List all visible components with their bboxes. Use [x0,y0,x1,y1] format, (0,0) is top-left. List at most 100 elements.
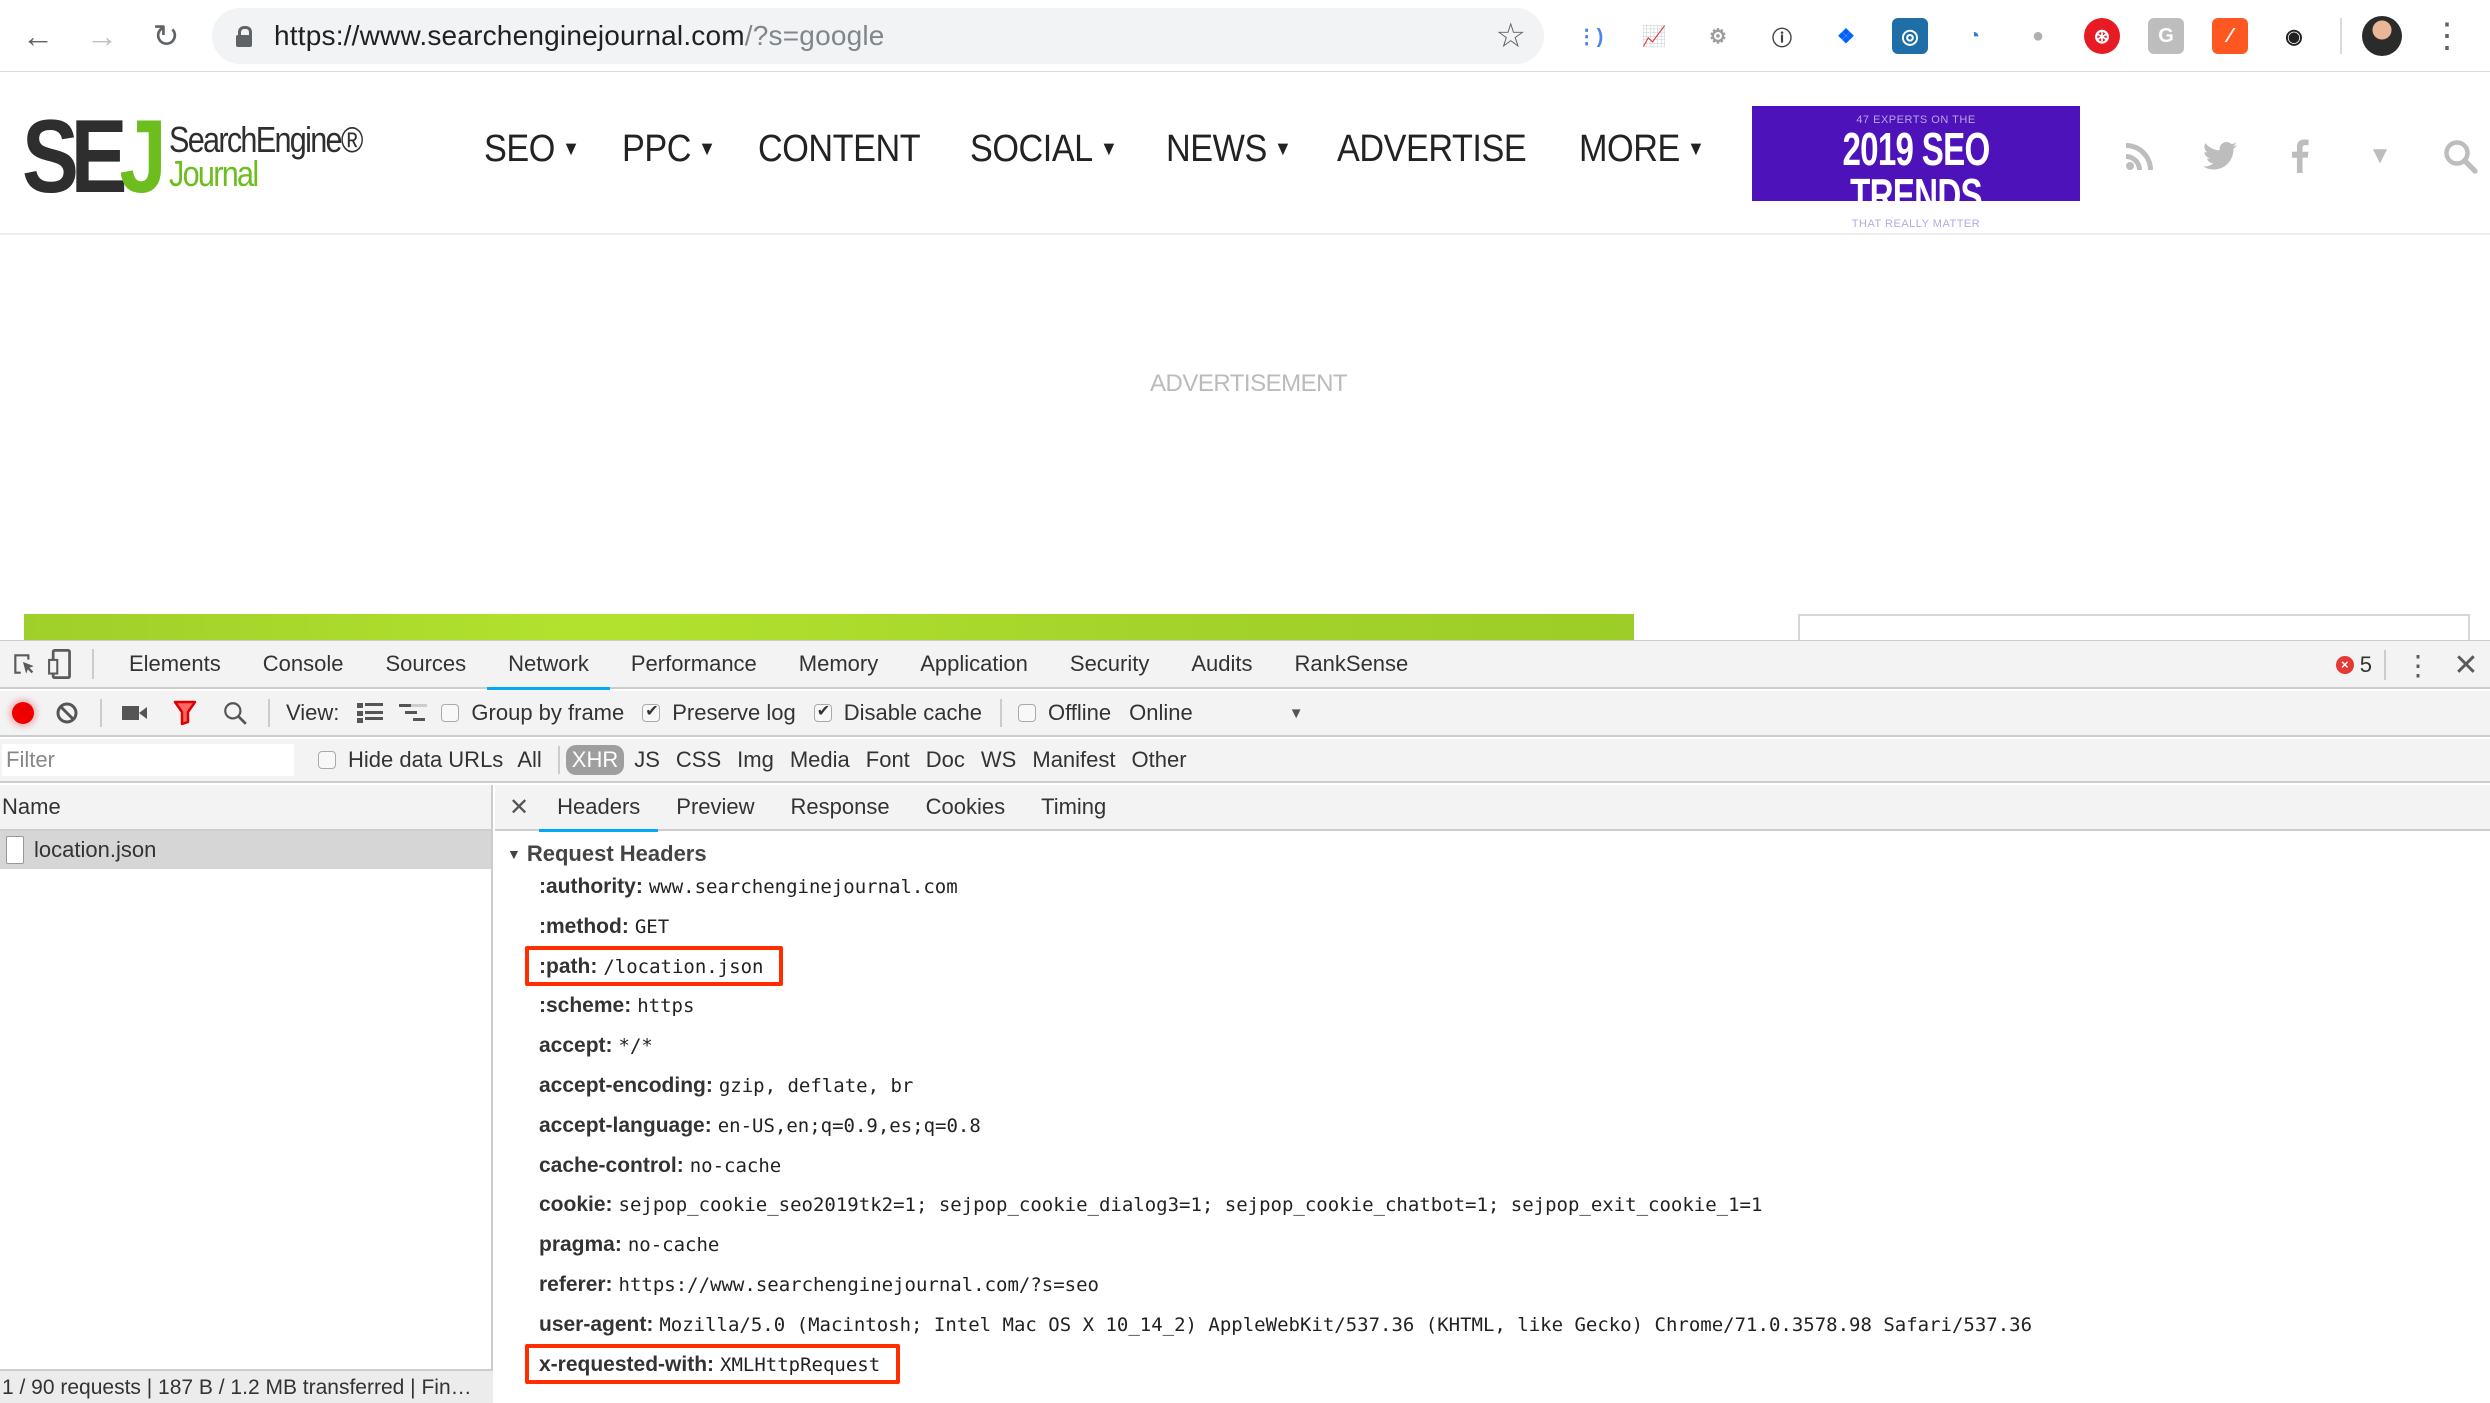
filter-type-manifest[interactable]: Manifest [1026,745,1121,775]
lock-icon [236,26,252,47]
checkbox[interactable] [642,701,661,722]
search-network-icon[interactable] [218,696,252,730]
twitter-icon[interactable] [2196,132,2244,180]
screenshot-camera-icon[interactable] [118,696,152,730]
disable-cache-checkbox[interactable]: Disable cache [813,700,982,726]
more-options-icon[interactable]: ⋮ [2400,647,2436,683]
search-icon[interactable] [2436,132,2484,180]
checkbox[interactable] [441,704,460,722]
compass-extension-icon[interactable]: ◎ [1892,18,1928,54]
hide-data-urls-checkbox[interactable]: Hide data URLs [318,747,503,773]
nav-item-label: SEO [484,128,555,170]
tab-elements[interactable]: Elements [108,640,242,688]
group-by-frame-checkbox[interactable]: Group by frame [441,700,624,726]
nav-item-label: ADVERTISE [1337,128,1527,170]
url-text[interactable]: https://www.searchenginejournal.com/?s=g… [274,20,885,52]
header-name: :method: [539,914,629,938]
checkbox-label: Hide data URLs [348,747,504,772]
speed-gauge-icon[interactable]: ◔ [1956,18,1992,54]
dropdown-caret-icon[interactable]: ▼ [2356,132,2404,180]
nav-item-content[interactable]: CONTENT [758,128,921,171]
preserve-log-checkbox[interactable]: Preserve log [642,700,796,726]
checkbox[interactable] [813,701,832,722]
rss-icon[interactable] [2116,132,2164,180]
close-devtools-icon[interactable]: ✕ [2448,647,2484,683]
site-logo[interactable]: SEJ SearchEngine® Journal [22,105,395,209]
nav-item-advertise[interactable]: ADVERTISE [1337,128,1527,171]
1password-icon[interactable]: ⓘ [1764,18,1800,54]
tag-extension-icon[interactable]: ⋮) [1572,18,1608,54]
filter-type-media[interactable]: Media [784,745,856,775]
filter-type-other[interactable]: Other [1126,745,1193,775]
filter-input[interactable] [2,744,294,776]
tab-performance[interactable]: Performance [610,640,778,688]
detail-tab-timing[interactable]: Timing [1023,784,1124,830]
close-details-icon[interactable]: ✕ [495,793,539,822]
filter-funnel-icon[interactable] [168,696,202,730]
filter-type-ws[interactable]: WS [975,745,1022,775]
inspect-element-icon[interactable] [6,646,42,682]
tab-security[interactable]: Security [1049,640,1170,688]
error-count[interactable]: 5 [2360,652,2372,678]
filter-type-all[interactable]: All [511,745,547,775]
tab-console[interactable]: Console [242,640,365,688]
facebook-icon[interactable] [2276,132,2324,180]
filter-type-img[interactable]: Img [731,745,780,775]
nav-item-news[interactable]: NEWS ▼ [1166,128,1292,171]
filter-type-doc[interactable]: Doc [920,745,971,775]
offline-checkbox[interactable]: Offline [1017,700,1111,726]
reload-button[interactable]: ↻ [136,6,196,66]
chart-extension-icon[interactable]: 📈 [1636,18,1672,54]
tab-ranksense[interactable]: RankSense [1274,640,1430,688]
request-row[interactable]: location.json [0,831,491,869]
separator [999,699,1002,727]
filter-bar: Hide data URLs All XHRJSCSSImgMediaFontDo… [0,739,2490,783]
profile-avatar[interactable] [2362,16,2402,56]
forward-button[interactable]: → [72,6,132,66]
filter-type-font[interactable]: Font [860,745,916,775]
nav-item-seo[interactable]: SEO ▼ [484,128,580,171]
record-button[interactable] [12,702,34,724]
filter-type-css[interactable]: CSS [670,745,727,775]
error-icon[interactable]: × [2335,656,2354,674]
promo-banner[interactable]: 47 EXPERTS ON THE 2019 SEO TRENDS THAT R… [1752,106,2080,230]
back-button[interactable]: ← [8,6,68,66]
clear-icon[interactable] [50,696,84,730]
nav-item-social[interactable]: SOCIAL ▼ [970,128,1118,171]
name-column-header[interactable]: Name [0,785,491,831]
filter-type-js[interactable]: JS [628,745,666,775]
address-bar[interactable]: https://www.searchenginejournal.com/?s=g… [212,8,1544,64]
throttling-select[interactable]: Online ▼ [1129,700,1303,726]
detail-tab-preview[interactable]: Preview [658,784,772,830]
tab-application[interactable]: Application [899,640,1049,688]
tab-sources[interactable]: Sources [364,640,487,688]
filter-type-xhr[interactable]: XHR [565,745,625,775]
large-rows-icon[interactable] [353,696,387,730]
triangle-down-icon: ▼ [507,846,521,862]
authy-icon[interactable]: ⊛ [2084,18,2120,54]
gear-extension-icon[interactable]: ⚙ [1700,18,1736,54]
bookmark-star-icon[interactable]: ☆ [1496,16,1526,56]
tab-audits[interactable]: Audits [1170,640,1273,688]
lens-extension-icon[interactable]: ◉ [2276,18,2312,54]
detail-tab-cookies[interactable]: Cookies [908,784,1023,830]
grammarly-icon[interactable]: G [2148,18,2184,54]
request-headers-toggle[interactable]: ▼ Request Headers [507,841,2490,867]
browser-menu-icon[interactable]: ⋮ [2430,19,2464,53]
checkbox-label: Disable cache [843,700,982,725]
nav-item-more[interactable]: MORE ▼ [1579,128,1705,171]
dropbox-icon[interactable]: ❖ [1828,18,1864,54]
circle-extension-icon[interactable]: ● [2020,18,2056,54]
checkbox[interactable] [318,751,336,769]
network-status-summary: 1 / 90 requests | 187 B / 1.2 MB transfe… [0,1369,493,1403]
waterfall-overview-icon[interactable] [397,696,431,730]
code-extension-icon[interactable]: ⁄ [2212,18,2248,54]
detail-tab-headers[interactable]: Headers [539,784,659,832]
nav-item-ppc[interactable]: PPC ▼ [622,128,716,171]
checkbox[interactable] [1017,704,1036,722]
detail-tab-response[interactable]: Response [773,784,908,830]
tab-network[interactable]: Network [487,640,610,690]
device-toolbar-icon[interactable] [42,646,78,682]
file-icon [6,836,24,864]
tab-memory[interactable]: Memory [778,640,899,688]
